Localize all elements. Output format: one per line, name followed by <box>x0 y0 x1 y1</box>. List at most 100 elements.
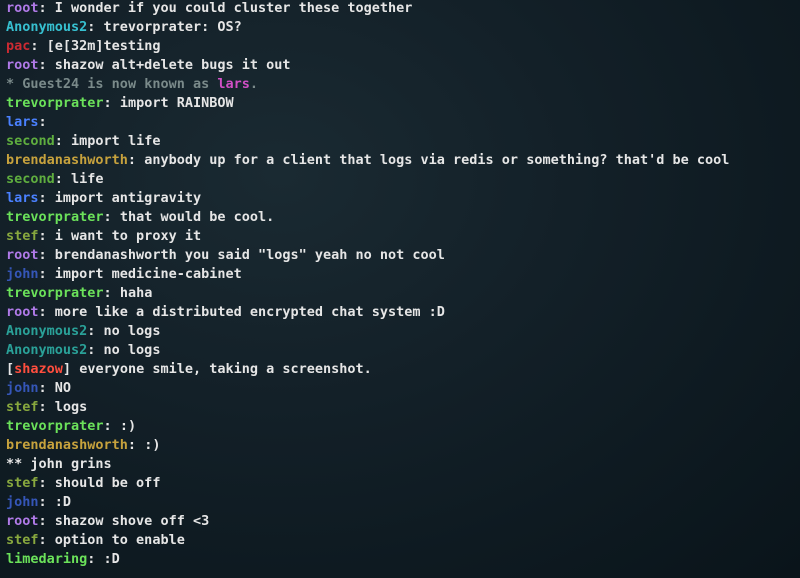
chat-message: :) <box>120 418 136 434</box>
chat-separator: : <box>128 437 144 453</box>
chat-line: trevorprater: that would be cool. <box>6 208 792 227</box>
chat-line: john: :D <box>6 493 792 512</box>
chat-message: I wonder if you could cluster these toge… <box>55 0 413 16</box>
chat-username: brendanashworth <box>6 152 128 168</box>
chat-separator: : <box>39 380 55 396</box>
chat-username: Anonymous2 <box>6 19 87 35</box>
chat-line: stef: logs <box>6 398 792 417</box>
chat-username: john <box>30 456 63 472</box>
chat-line: root: I wonder if you could cluster thes… <box>6 0 792 18</box>
chat-line: lars: import antigravity <box>6 189 792 208</box>
chat-username: second <box>6 171 55 187</box>
chat-message: haha <box>120 285 153 301</box>
chat-username: root <box>6 57 39 73</box>
bracket-close: ] <box>63 361 79 377</box>
chat-separator: : <box>39 304 55 320</box>
chat-line: root: shazow shove off <3 <box>6 512 792 531</box>
chat-separator: : <box>39 114 47 130</box>
chat-line: trevorprater: import RAINBOW <box>6 94 792 113</box>
chat-message: [e[32m]testing <box>47 38 161 54</box>
chat-log: root: I wonder if you could cluster thes… <box>0 0 800 572</box>
chat-separator: : <box>104 285 120 301</box>
chat-message: shazow alt+delete bugs it out <box>55 57 291 73</box>
chat-message: :) <box>144 437 160 453</box>
chat-username: stef <box>6 399 39 415</box>
chat-message: should be off <box>55 475 161 491</box>
chat-line: Anonymous2: no logs <box>6 341 792 360</box>
chat-username: root <box>6 513 39 529</box>
chat-message: life <box>71 171 104 187</box>
chat-message: :D <box>104 551 120 567</box>
chat-line: stef: should be off <box>6 474 792 493</box>
chat-separator: : <box>39 494 55 510</box>
chat-message: no logs <box>104 342 161 358</box>
chat-separator: : <box>39 228 55 244</box>
chat-username: stef <box>6 475 39 491</box>
chat-line: limedaring: :D <box>6 550 792 569</box>
chat-username: john <box>6 380 39 396</box>
chat-username: trevorprater <box>6 209 104 225</box>
chat-username: root <box>6 304 39 320</box>
chat-username: limedaring <box>6 551 87 567</box>
chat-line: trevorprater: :) <box>6 417 792 436</box>
chat-message: option to enable <box>55 532 185 548</box>
chat-username: Anonymous2 <box>6 342 87 358</box>
chat-line: root: brendanashworth you said "logs" ye… <box>6 246 792 265</box>
chat-separator: : <box>104 209 120 225</box>
chat-username: trevorprater <box>6 95 104 111</box>
chat-message: everyone smile, taking a screenshot. <box>79 361 372 377</box>
chat-separator: : <box>30 38 46 54</box>
chat-message: trevorprater: OS? <box>104 19 242 35</box>
chat-separator: : <box>87 551 103 567</box>
chat-message: :D <box>55 494 71 510</box>
chat-username: john <box>6 494 39 510</box>
bracket-open: [ <box>6 361 14 377</box>
chat-separator: : <box>39 247 55 263</box>
chat-separator: : <box>39 532 55 548</box>
chat-line: second: import life <box>6 132 792 151</box>
chat-separator: : <box>39 475 55 491</box>
system-star: * <box>6 76 22 92</box>
chat-separator: : <box>55 171 71 187</box>
new-nick: lars <box>217 76 250 92</box>
chat-username: shazow <box>14 361 63 377</box>
chat-username: brendanashworth <box>6 437 128 453</box>
chat-message: logs <box>55 399 88 415</box>
chat-username: trevorprater <box>6 418 104 434</box>
chat-username: trevorprater <box>6 285 104 301</box>
chat-message: that would be cool. <box>120 209 274 225</box>
chat-message: NO <box>55 380 71 396</box>
chat-line: ** john grins <box>6 455 792 474</box>
chat-separator: : <box>104 95 120 111</box>
chat-line: * Guest24 is now known as lars. <box>6 75 792 94</box>
chat-username: Anonymous2 <box>6 323 87 339</box>
chat-line: root: more like a distributed encrypted … <box>6 303 792 322</box>
chat-message: brendanashworth you said "logs" yeah no … <box>55 247 445 263</box>
chat-username: stef <box>6 228 39 244</box>
old-nick: Guest24 <box>22 76 79 92</box>
chat-username: john <box>6 266 39 282</box>
chat-line: stef: i want to proxy it <box>6 227 792 246</box>
chat-separator: : <box>104 418 120 434</box>
chat-username: second <box>6 133 55 149</box>
system-suffix: . <box>250 76 258 92</box>
chat-message: grins <box>63 456 112 472</box>
chat-separator: : <box>55 133 71 149</box>
chat-message: no logs <box>104 323 161 339</box>
chat-message: anybody up for a client that logs via re… <box>144 152 729 168</box>
chat-line: [shazow] everyone smile, taking a screen… <box>6 360 792 379</box>
chat-line: stef: option to enable <box>6 531 792 550</box>
chat-line: root: shazow alt+delete bugs it out <box>6 56 792 75</box>
chat-username: lars <box>6 114 39 130</box>
chat-line: john: NO <box>6 379 792 398</box>
chat-separator: : <box>39 513 55 529</box>
chat-separator: : <box>39 0 55 16</box>
chat-username: stef <box>6 532 39 548</box>
chat-username: root <box>6 247 39 263</box>
chat-username: pac <box>6 38 30 54</box>
chat-message: shazow shove off <3 <box>55 513 209 529</box>
system-text: is now known as <box>79 76 217 92</box>
chat-line: brendanashworth: anybody up for a client… <box>6 151 792 170</box>
chat-message: import antigravity <box>55 190 201 206</box>
chat-separator: : <box>87 323 103 339</box>
